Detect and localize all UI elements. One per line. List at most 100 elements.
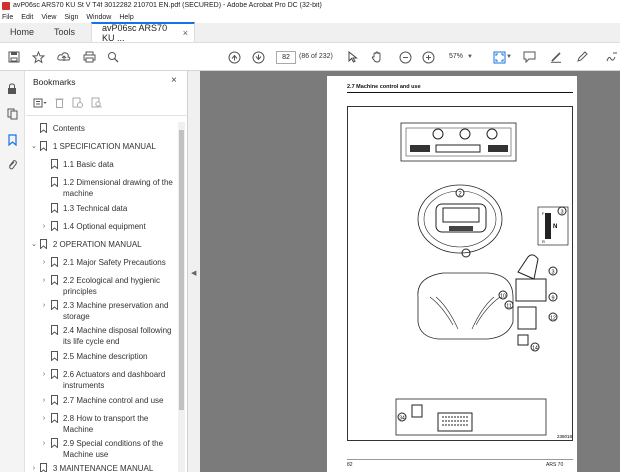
menu-edit[interactable]: Edit [21, 14, 33, 21]
bookmark-item[interactable]: 2.4 Machine disposal following its life … [26, 325, 176, 347]
bookmark-item[interactable]: 1.2 Dimensional drawing of the machine [26, 177, 176, 199]
panel-title: Bookmarks [33, 77, 76, 87]
bookmarks-panel-icon[interactable] [6, 134, 18, 146]
tab-close-icon[interactable]: × [183, 28, 188, 38]
save-icon[interactable] [6, 49, 22, 65]
svg-text:9: 9 [551, 296, 554, 302]
menu-view[interactable]: View [41, 14, 56, 21]
draw-pen-icon[interactable] [574, 49, 590, 65]
highlight-pen-icon[interactable] [548, 49, 564, 65]
panel-divider [26, 115, 188, 116]
bookmark-item[interactable]: 2.5 Machine description [26, 351, 176, 362]
options-menu-icon[interactable] [33, 98, 47, 108]
bookmark-icon [39, 463, 49, 472]
menu-help[interactable]: Help [119, 14, 133, 21]
previous-page-icon[interactable] [226, 49, 242, 65]
expand-arrow-icon[interactable]: › [39, 221, 49, 232]
expand-arrow-icon[interactable]: ⌄ [29, 239, 39, 250]
bookmark-item[interactable]: › 2.1 Major Safety Precautions [26, 257, 176, 268]
section-heading: 2.7 Machine control and use [347, 84, 421, 90]
expand-arrow-icon[interactable]: › [39, 395, 49, 406]
select-cursor-icon[interactable] [345, 49, 361, 65]
bookmark-item[interactable]: ⌄ 1 SPECIFICATION MANUAL [26, 141, 176, 152]
expand-arrow-icon[interactable]: › [39, 300, 49, 311]
print-icon[interactable] [81, 49, 97, 65]
page-thumbnails-icon[interactable] [6, 108, 18, 120]
title-bar: avP06sc ARS70 KU St V T4f 3012282 210701… [0, 0, 620, 11]
zoom-dropdown-icon[interactable]: ▼ [466, 49, 474, 65]
bookmark-item[interactable]: ⌄ 2 OPERATION MANUAL [26, 239, 176, 250]
left-navigation-rail [0, 71, 25, 472]
search-icon[interactable] [105, 49, 121, 65]
expand-arrow-icon[interactable]: › [39, 438, 49, 449]
svg-text:14: 14 [532, 346, 538, 352]
comment-icon[interactable] [521, 49, 537, 65]
new-bookmark-icon[interactable] [72, 97, 83, 108]
bookmark-label: 2.5 Machine description [63, 352, 148, 361]
bookmark-icon [49, 351, 59, 362]
fit-dropdown-icon[interactable]: ▼ [505, 49, 513, 65]
delete-bookmark-icon[interactable] [55, 97, 64, 108]
menu-sign[interactable]: Sign [64, 14, 78, 21]
lock-icon[interactable] [6, 83, 18, 95]
bookmark-star-icon[interactable] [30, 49, 46, 65]
hand-tool-icon[interactable] [369, 49, 385, 65]
document-viewer[interactable]: 2.7 Machine control and use 2 F N R 3 3 … [200, 71, 620, 472]
expand-arrow-icon[interactable]: › [29, 463, 39, 472]
window-title: avP06sc ARS70 KU St V T4f 3012282 210701… [13, 2, 322, 9]
zoom-out-icon[interactable] [397, 49, 413, 65]
tab-document-label: avP06sc ARS70 KU ... [102, 23, 168, 43]
bookmark-item[interactable]: › 1.4 Optional equipment [26, 221, 176, 232]
bookmark-item[interactable]: › 2.3 Machine preservation and storage [26, 300, 176, 322]
zoom-level[interactable]: 57% [449, 53, 463, 60]
bookmark-item[interactable]: › 2.9 Special conditions of the Machine … [26, 438, 176, 460]
panel-splitter[interactable]: ◀ [188, 71, 200, 472]
expand-arrow-icon[interactable]: › [39, 275, 49, 286]
find-bookmark-icon[interactable] [91, 97, 102, 108]
machine-controls-diagram: 2 F N R 3 3 9 10 11 12 14 34 238018 [395, 122, 572, 439]
next-page-icon[interactable] [250, 49, 266, 65]
fill-sign-icon[interactable] [604, 49, 620, 65]
bookmark-item[interactable]: › 2.2 Ecological and hygienic principles [26, 275, 176, 297]
menu-window[interactable]: Window [86, 14, 111, 21]
bookmark-icon [49, 300, 59, 311]
expand-arrow-icon[interactable]: › [39, 369, 49, 380]
panel-close-icon[interactable]: × [171, 75, 177, 86]
bookmark-icon [49, 257, 59, 268]
page-number-input[interactable]: 82 [276, 51, 296, 64]
expand-arrow-icon[interactable]: › [39, 257, 49, 268]
bookmark-label: Contents [52, 124, 85, 133]
zoom-in-icon[interactable] [420, 49, 436, 65]
svg-text:3: 3 [551, 270, 554, 276]
gear-r: R [542, 239, 545, 244]
bookmark-icon [49, 177, 59, 188]
expand-arrow-icon[interactable]: ⌄ [29, 141, 39, 152]
menu-file[interactable]: File [2, 14, 13, 21]
attachments-icon[interactable] [6, 159, 18, 171]
tab-home[interactable]: Home [0, 22, 44, 42]
bookmark-label: 3 MAINTENANCE MANUAL [52, 464, 154, 472]
expand-arrow-icon[interactable]: › [39, 413, 49, 424]
bookmark-item[interactable]: › 2.8 How to transport the Machine [26, 413, 176, 435]
figure-frame: 2 F N R 3 3 9 10 11 12 14 34 238018 [347, 106, 573, 441]
bookmark-label: 2.8 How to transport the Machine [63, 414, 149, 434]
bookmark-icon [49, 275, 59, 286]
upload-cloud-icon[interactable] [56, 49, 72, 65]
bookmark-label: 1 SPECIFICATION MANUAL [52, 142, 156, 151]
tab-document[interactable]: avP06sc ARS70 KU ... × [91, 22, 196, 43]
tab-bar: Home Tools avP06sc ARS70 KU ... × [0, 22, 620, 43]
tab-tools[interactable]: Tools [44, 22, 85, 42]
bookmark-item[interactable]: Contents [26, 123, 176, 134]
scrollbar-thumb[interactable] [179, 130, 184, 410]
bookmark-icon [49, 369, 59, 380]
bookmark-icon [49, 325, 59, 336]
bookmark-item[interactable]: 1.3 Technical data [26, 203, 176, 214]
bookmark-label: 1.3 Technical data [63, 204, 128, 213]
bookmark-item[interactable]: › 2.6 Actuators and dashboard instrument… [26, 369, 176, 391]
bookmark-item[interactable]: › 3 MAINTENANCE MANUAL [26, 463, 176, 472]
collapse-panel-icon[interactable]: ◀ [191, 269, 196, 277]
bookmark-item[interactable]: › 2.7 Machine control and use [26, 395, 176, 406]
gear-f: F [542, 211, 545, 216]
bookmark-item[interactable]: 1.1 Basic data [26, 159, 176, 170]
bookmarks-scrollbar[interactable] [178, 122, 185, 472]
